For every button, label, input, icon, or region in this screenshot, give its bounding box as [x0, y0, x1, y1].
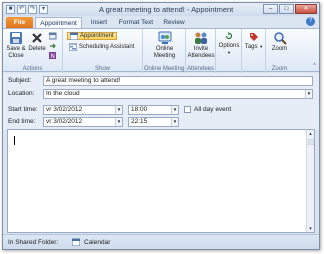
- minimize-button[interactable]: –: [263, 4, 278, 14]
- appointment-form: Subject: A great meeting to attend! Loca…: [3, 73, 319, 130]
- window-controls: – □ ✕: [263, 4, 317, 14]
- title-bar: ■ ↶ ↷ ▾ A great meeting to attend! - App…: [3, 3, 319, 16]
- scheduling-icon: [69, 43, 77, 51]
- customize-qat-icon[interactable]: ▾: [39, 5, 48, 14]
- scheduling-assistant-label: Scheduling Assistant: [79, 44, 135, 50]
- copy-to-calendar-icon[interactable]: [49, 32, 57, 40]
- options-button[interactable]: Options ▼: [217, 43, 241, 56]
- tags-dropdown-icon: ▼: [259, 44, 264, 49]
- group-show-label: Show: [94, 66, 110, 72]
- tab-appointment[interactable]: Appointment: [35, 17, 82, 28]
- location-value: In the cloud: [46, 90, 80, 97]
- group-actions-label: Actions: [22, 66, 43, 72]
- end-time-dropdown-icon[interactable]: ▼: [171, 118, 178, 126]
- end-time-label: End time:: [8, 118, 36, 125]
- start-time-value: 18:00: [131, 106, 148, 113]
- svg-text:N: N: [50, 53, 55, 60]
- tab-format-text[interactable]: Format Text: [116, 17, 156, 28]
- undo-icon[interactable]: ↶: [17, 5, 26, 14]
- delete-icon: [32, 33, 42, 43]
- start-date-dropdown-icon[interactable]: ▼: [115, 106, 122, 114]
- appointment-body-editor[interactable]: ▲ ▼: [7, 129, 315, 233]
- invite-attendees-button[interactable]: Invite Attendees: [187, 31, 215, 59]
- invite-attendees-icon: [195, 32, 207, 44]
- group-tags: Tags ▼: [242, 29, 266, 73]
- recurrence-icon[interactable]: [225, 32, 233, 40]
- scheduling-assistant-button[interactable]: Scheduling Assistant: [69, 43, 134, 51]
- zoom-button[interactable]: Zoom: [268, 31, 291, 53]
- scroll-up-icon[interactable]: ▲: [307, 130, 314, 137]
- maximize-button[interactable]: □: [279, 4, 294, 14]
- shared-folder-label: In Shared Folder:: [8, 239, 59, 246]
- end-date-picker[interactable]: vr 3/02/2012 ▼: [43, 117, 123, 127]
- appointment-view-button[interactable]: Appointment: [67, 32, 117, 40]
- tab-file[interactable]: File: [6, 17, 33, 28]
- onenote-icon[interactable]: N: [49, 52, 57, 60]
- end-date-dropdown-icon[interactable]: ▼: [115, 118, 122, 126]
- appointment-view-label: Appointment: [80, 33, 114, 39]
- scroll-down-icon[interactable]: ▼: [307, 225, 314, 232]
- tags-button[interactable]: Tags ▼: [243, 44, 265, 51]
- online-meeting-label: Online Meeting: [153, 46, 176, 59]
- delete-button[interactable]: Delete: [28, 31, 46, 53]
- save-close-label: Save & Close: [6, 46, 26, 59]
- redo-icon[interactable]: ↷: [28, 5, 37, 14]
- tab-review[interactable]: Review: [159, 17, 189, 28]
- collapse-ribbon-icon[interactable]: ^: [313, 63, 316, 69]
- delete-label: Delete: [28, 46, 46, 52]
- help-icon[interactable]: ?: [306, 17, 315, 26]
- group-options: Options ▼: [216, 29, 242, 73]
- location-dropdown-icon[interactable]: ▼: [305, 90, 312, 98]
- ribbon-tabs: File Appointment Insert Format Text Revi…: [3, 16, 319, 28]
- invite-attendees-label: Invite Attendees: [187, 46, 215, 59]
- online-meeting-icon: [158, 31, 171, 44]
- ruler-toggle-icon[interactable]: [308, 139, 314, 145]
- text-cursor: [14, 136, 15, 145]
- start-time-dropdown-icon[interactable]: ▼: [171, 106, 178, 114]
- vertical-scrollbar[interactable]: ▲ ▼: [306, 130, 314, 232]
- calendar-folder-icon: [72, 238, 80, 246]
- tab-insert[interactable]: Insert: [85, 17, 113, 28]
- location-field[interactable]: In the cloud ▼: [43, 89, 313, 99]
- status-bar: In Shared Folder: Calendar: [3, 234, 319, 249]
- zoom-label: Zoom: [271, 46, 288, 52]
- appointment-window: ■ ↶ ↷ ▾ A great meeting to attend! - App…: [2, 2, 320, 250]
- end-time-picker[interactable]: 22:15 ▼: [128, 117, 179, 127]
- window-title: A great meeting to attend! - Appointment: [99, 5, 234, 14]
- end-time-value: 22:15: [131, 118, 148, 125]
- forward-icon[interactable]: [49, 42, 57, 50]
- online-meeting-button[interactable]: Online Meeting: [146, 31, 183, 59]
- tags-icon[interactable]: [249, 32, 259, 42]
- group-attendees-label: Attendees: [186, 66, 215, 72]
- options-dropdown-icon: ▼: [227, 49, 231, 55]
- save-close-icon: [10, 32, 22, 44]
- end-date-value: vr 3/02/2012: [46, 118, 83, 125]
- calendar-folder-link[interactable]: Calendar: [84, 239, 110, 246]
- all-day-event-label: All day event: [194, 106, 232, 113]
- calendar-icon: [70, 32, 78, 40]
- group-actions: Save & Close Delete N Actions: [3, 29, 63, 73]
- close-button[interactable]: ✕: [295, 4, 317, 14]
- start-time-picker[interactable]: 18:00 ▼: [128, 105, 179, 115]
- location-label: Location:: [8, 90, 35, 97]
- save-icon[interactable]: ■: [6, 5, 15, 14]
- group-online-meeting: Online Meeting Online Meeting: [143, 29, 186, 73]
- subject-field[interactable]: A great meeting to attend!: [43, 76, 313, 86]
- start-date-value: vr 3/02/2012: [46, 106, 83, 113]
- group-show: Appointment Scheduling Assistant Show: [63, 29, 143, 73]
- group-zoom: Zoom Zoom: [266, 29, 293, 73]
- options-label: Options: [218, 43, 240, 49]
- save-close-button[interactable]: Save & Close: [5, 31, 27, 59]
- ribbon: Save & Close Delete N Actions Appointmen…: [3, 28, 319, 73]
- group-attendees: Invite Attendees Attendees: [186, 29, 216, 73]
- tags-label: Tags: [244, 44, 258, 50]
- group-online-meeting-label: Online Meeting: [143, 66, 185, 72]
- start-date-picker[interactable]: vr 3/02/2012 ▼: [43, 105, 123, 115]
- group-zoom-label: Zoom: [271, 66, 288, 72]
- magnifier-icon: [273, 32, 287, 45]
- all-day-event-checkbox[interactable]: [184, 106, 191, 113]
- start-time-label: Start time:: [8, 106, 38, 113]
- subject-label: Subject:: [8, 77, 32, 84]
- quick-access-toolbar: ■ ↶ ↷ ▾: [6, 5, 48, 14]
